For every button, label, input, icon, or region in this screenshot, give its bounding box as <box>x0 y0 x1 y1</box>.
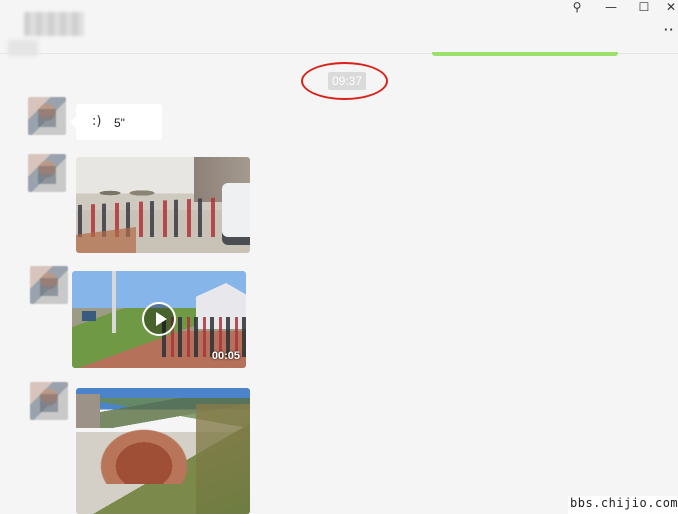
contact-name-blurred <box>24 12 84 36</box>
video-duration: 00:05 <box>211 350 240 362</box>
sender-avatar[interactable] <box>30 266 68 304</box>
close-icon[interactable]: ✕ <box>664 0 678 14</box>
image-message[interactable] <box>76 157 250 253</box>
maximize-icon[interactable]: ☐ <box>633 0 655 14</box>
video-message[interactable]: 00:05 <box>72 271 246 368</box>
pin-icon[interactable]: ⚲ <box>566 0 588 14</box>
voice-wave-icon: ꞉) <box>92 114 102 129</box>
voice-message-bubble[interactable]: ꞉) 5" <box>70 104 162 140</box>
status-indicator <box>432 52 618 56</box>
sender-avatar[interactable] <box>30 382 68 420</box>
subtitle-blurred <box>8 40 38 56</box>
minimize-icon[interactable]: — <box>600 0 622 14</box>
voice-duration: 5" <box>114 116 125 130</box>
sender-avatar[interactable] <box>28 97 66 135</box>
more-options-icon[interactable]: ·· <box>664 22 678 37</box>
watermark-text: bbs.chijio.com <box>568 496 678 514</box>
message-timestamp: 09:37 <box>328 72 366 90</box>
play-icon[interactable] <box>142 302 176 336</box>
image-message[interactable] <box>76 388 250 514</box>
title-bar: ⚲ — ☐ ✕ ·· <box>0 0 678 56</box>
sender-avatar[interactable] <box>28 154 66 192</box>
